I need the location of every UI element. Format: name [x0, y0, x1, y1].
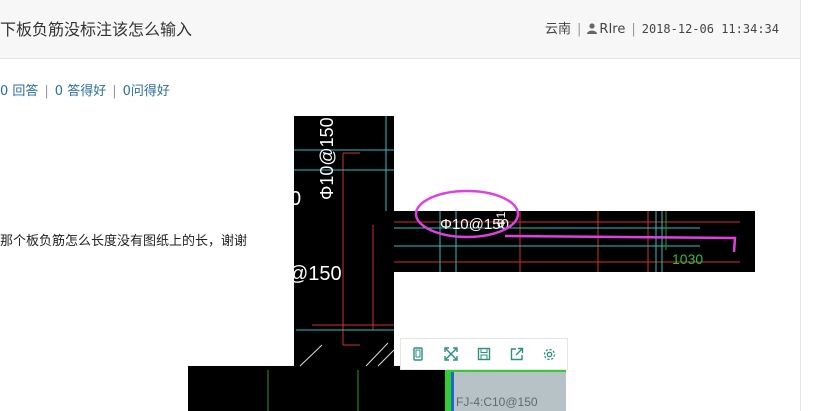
vertical-rebar-label: Φ10@150 — [317, 117, 337, 200]
share-icon — [510, 347, 523, 361]
save-button[interactable] — [467, 339, 500, 369]
tablet-icon — [412, 347, 423, 361]
left-rebar-label: @150 — [288, 263, 342, 285]
bottom-section-block — [188, 366, 445, 411]
fullscreen-button[interactable] — [434, 339, 467, 369]
settings-icon — [543, 348, 556, 360]
settings-button[interactable] — [533, 339, 566, 369]
share-button[interactable] — [500, 339, 533, 369]
fullscreen-icon — [443, 347, 458, 361]
bottom-rebar-label: FJ-4:C10@150 — [456, 395, 538, 409]
left-partial-label: 0 — [290, 188, 301, 210]
tablet-view-button[interactable] — [401, 339, 434, 369]
save-icon — [477, 347, 490, 361]
image-toolbar — [400, 338, 568, 370]
small-vertical-label: Φ10 — [494, 205, 508, 228]
length-label: 1030 — [672, 251, 703, 267]
bottom-blue-edge — [451, 372, 454, 411]
